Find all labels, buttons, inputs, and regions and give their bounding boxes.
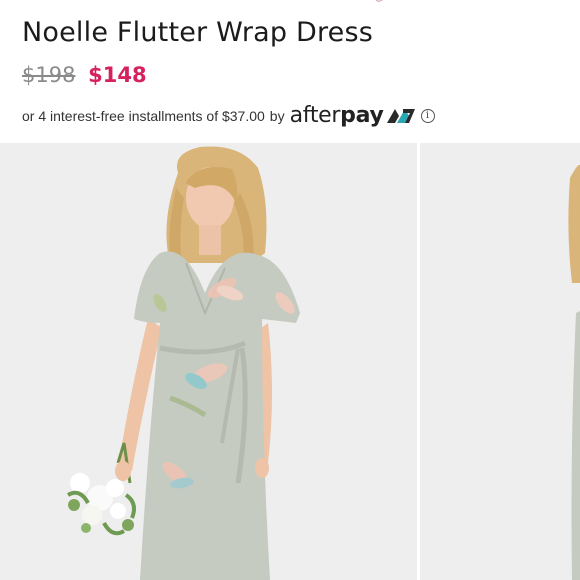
top-mark-icon: [375, 0, 383, 2]
afterpay-logo-pay: pay: [340, 103, 384, 128]
original-price: $198: [22, 63, 76, 87]
info-icon[interactable]: i: [420, 108, 435, 123]
afterpay-logo-icon: [386, 108, 415, 123]
product-photo-secondary[interactable]: [420, 143, 580, 580]
afterpay-logo-after: after: [289, 103, 341, 128]
product-title: Noelle Flutter Wrap Dress: [22, 17, 374, 48]
sale-price: $148: [88, 63, 147, 87]
installments-by: by: [269, 107, 285, 124]
afterpay-logo[interactable]: after pay: [290, 103, 416, 128]
installments-text: or 4 interest-free installments of $37.0…: [22, 107, 265, 124]
product-gallery: [0, 143, 580, 580]
product-photo-main[interactable]: [0, 143, 417, 580]
model-front-view: [66, 146, 300, 580]
afterpay-installments: or 4 interest-free installments of $37.0…: [22, 103, 435, 128]
price-row: $198 $148: [22, 63, 147, 87]
model-partial-view: [568, 164, 580, 580]
